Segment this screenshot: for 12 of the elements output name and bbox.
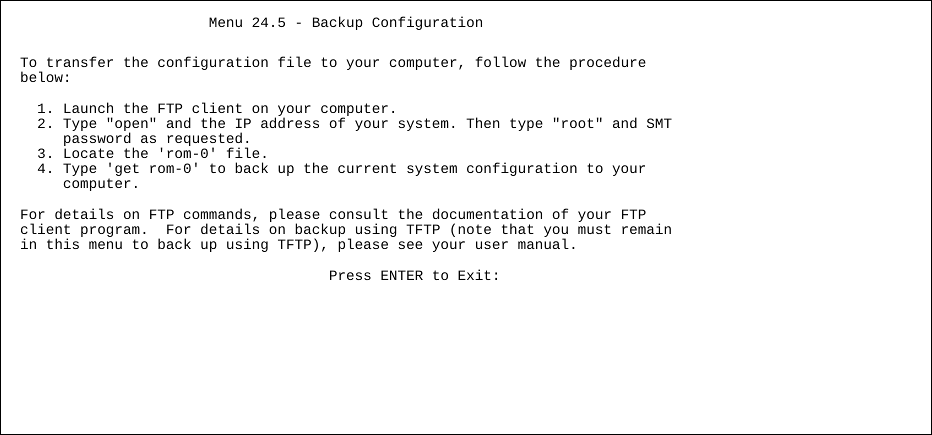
step-number: 3. [37, 148, 56, 163]
instruction-text: For details on FTP commands, please consult the documentation of your FTP client program. For details on backup using TFTP (note that you must remain in this menu to back up using TFTP), please see your user manual. [20, 208, 674, 254]
step-number: 1. [37, 103, 56, 118]
step-text: Locate the 'rom-0' file. [62, 148, 269, 163]
exit-prompt: Press ENTER to Exit: [328, 269, 500, 285]
step-text: Type "open" and the IP address of your system. Then type "root" and SMT password as requested. [62, 118, 672, 148]
step-number: 2. [37, 118, 56, 135]
step-text: Launch the FTP client on your computer. [62, 103, 398, 118]
step-number: 4. [37, 163, 56, 180]
instruction-text: To transfer the configuration file to your computer, follow the procedure below: [20, 56, 648, 87]
menu-title: Menu 24.5 - Backup Configuration [208, 16, 484, 32]
step-text: Type 'get rom-0' to back up the current system configuration to your computer. [62, 163, 648, 193]
